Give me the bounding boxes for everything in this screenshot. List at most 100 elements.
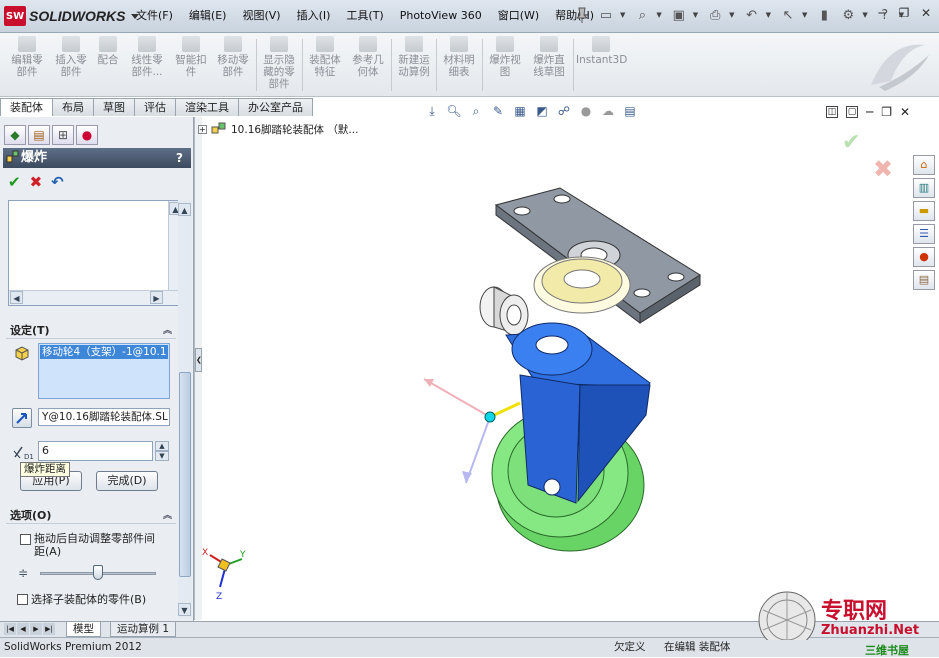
select-pointer-icon[interactable]: ↖	[778, 5, 798, 25]
next-tab-icon[interactable]: ▶	[30, 623, 42, 635]
assembly-features-button[interactable]: 装配体 特征	[305, 36, 345, 78]
collapse-chevron-icon[interactable]: ︽	[163, 323, 172, 339]
linear-pattern-button[interactable]: 线性零 部件...	[124, 36, 170, 78]
open-folder-icon[interactable]: ⌕	[632, 5, 652, 25]
smart-fasteners-button[interactable]: 智能扣 件	[172, 36, 210, 78]
restore-icon[interactable]: ❐	[897, 6, 911, 20]
tab-model[interactable]: 模型	[66, 622, 101, 637]
mate-button[interactable]: 配合	[94, 36, 122, 66]
list-horizontal-scrollbar[interactable]: ◀ ▶	[9, 290, 185, 305]
minimize-icon[interactable]: ─	[866, 106, 873, 118]
assembly-name[interactable]: 10.16脚踏轮装配体 （默...	[231, 122, 358, 137]
section-view-icon[interactable]: ✎	[490, 103, 506, 119]
chevron-down-icon[interactable]: ▼	[766, 11, 771, 19]
tab-render-tools[interactable]: 渲染工具	[175, 98, 239, 116]
chevron-down-icon[interactable]: ▼	[862, 11, 867, 19]
chevron-down-icon[interactable]: ▼	[802, 11, 807, 19]
spacing-slider-thumb[interactable]	[93, 565, 103, 580]
explode-line-sketch-button[interactable]: 爆炸直 线草图	[527, 36, 571, 78]
chevron-down-icon[interactable]: ▼	[620, 11, 625, 19]
instant3d-button[interactable]: Instant3D	[576, 36, 627, 66]
display-manager-tab-icon[interactable]: ●	[76, 125, 98, 145]
prev-tab-icon[interactable]: ◀	[17, 623, 29, 635]
scroll-right-icon[interactable]: ▶	[150, 291, 163, 304]
view-settings-icon[interactable]: ▤	[622, 103, 638, 119]
file-explorer-icon[interactable]: ▬	[913, 201, 935, 221]
select-subassembly-parts-checkbox[interactable]	[17, 594, 28, 605]
explode-direction-field[interactable]: Y@10.16脚踏轮装配体.SL	[38, 408, 170, 426]
spin-up-icon[interactable]: ▲	[155, 441, 169, 451]
viewport-split-icon[interactable]: ◫	[826, 106, 838, 118]
print-icon[interactable]: ⎙	[705, 5, 725, 25]
menu-tools[interactable]: 工具(T)	[338, 8, 391, 24]
view-palette-icon[interactable]: ☰	[913, 224, 935, 244]
first-tab-icon[interactable]: |◀	[4, 623, 16, 635]
options-gear-icon[interactable]: ⚙	[838, 5, 858, 25]
new-motion-study-button[interactable]: 新建运 动算例	[394, 36, 434, 78]
apply-scene-icon[interactable]: ☁	[600, 103, 616, 119]
restore-icon[interactable]: ❐	[881, 106, 892, 118]
caster-assembly-model[interactable]	[410, 185, 710, 560]
confirm-cancel-x-icon[interactable]: ✖	[873, 155, 893, 183]
tab-assembly[interactable]: 装配体	[0, 98, 53, 116]
appearances-icon[interactable]: ●	[913, 247, 935, 267]
design-library-icon[interactable]: ▥	[913, 178, 935, 198]
scroll-left-icon[interactable]: ◀	[10, 291, 23, 304]
reference-geometry-button[interactable]: 参考几 何体	[347, 36, 389, 78]
tab-office-products[interactable]: 办公室产品	[238, 98, 313, 116]
feature-manager-tab-icon[interactable]: ◆	[4, 125, 26, 145]
new-document-icon[interactable]: ▭	[596, 5, 616, 25]
scroll-down-icon[interactable]: ▼	[178, 603, 191, 616]
cancel-x-icon[interactable]: ✖	[30, 173, 43, 191]
ok-checkmark-icon[interactable]: ✔	[8, 173, 21, 191]
tab-motion-study[interactable]: 运动算例 1	[110, 622, 177, 637]
zoom-to-area-icon[interactable]: 🔍︎	[446, 103, 462, 119]
menu-view[interactable]: 视图(V)	[234, 8, 288, 24]
chevron-down-icon[interactable]: ▼	[656, 11, 661, 19]
scroll-up-icon[interactable]: ▲	[178, 203, 191, 216]
pin-icon[interactable]	[574, 6, 590, 27]
explode-steps-list[interactable]: ▲ ◀ ▶	[8, 200, 185, 306]
undo-icon[interactable]: ↶	[742, 5, 762, 25]
save-icon[interactable]: ▣	[669, 5, 689, 25]
zoom-to-fit-icon[interactable]: ⤓	[424, 103, 440, 119]
collapse-panel-icon[interactable]: ❮	[195, 348, 202, 372]
undo-icon[interactable]: ↶	[51, 173, 64, 191]
help-button[interactable]: ?	[176, 148, 183, 168]
menu-photoview[interactable]: PhotoView 360	[392, 8, 490, 24]
display-style-icon[interactable]: ◩	[534, 103, 550, 119]
expand-plus-icon[interactable]: +	[198, 125, 207, 134]
explode-distance-input[interactable]: 6	[38, 441, 153, 461]
custom-properties-icon[interactable]: ▤	[913, 270, 935, 290]
tab-sketch[interactable]: 草图	[93, 98, 135, 116]
menu-file[interactable]: 文件(F)	[128, 8, 181, 24]
tab-evaluate[interactable]: 评估	[134, 98, 176, 116]
menu-insert[interactable]: 插入(I)	[289, 8, 339, 24]
viewport-single-icon[interactable]: ▢	[846, 106, 858, 118]
menu-window[interactable]: 窗口(W)	[490, 8, 547, 24]
bill-of-materials-button[interactable]: 材料明 细表	[439, 36, 479, 78]
auto-space-checkbox[interactable]	[20, 534, 31, 545]
previous-view-icon[interactable]: ⌕	[468, 103, 484, 119]
chevron-down-icon[interactable]: ▼	[729, 11, 734, 19]
bearing-ring[interactable]	[533, 256, 631, 314]
done-button[interactable]: 完成(D)	[96, 471, 158, 491]
hide-show-items-icon[interactable]: ☍	[556, 103, 572, 119]
minimize-icon[interactable]: ─	[875, 6, 889, 20]
reverse-direction-button[interactable]	[12, 408, 32, 428]
move-component-button[interactable]: 移动零 部件	[212, 36, 254, 78]
edit-component-button[interactable]: 编辑零 部件	[6, 36, 48, 78]
home-icon[interactable]: ⌂	[913, 155, 935, 175]
exploded-view-button[interactable]: 爆炸视 图	[485, 36, 525, 78]
selected-component-item[interactable]: 移动轮4（支架）-1@10.1	[40, 345, 168, 359]
last-tab-icon[interactable]: ▶|	[43, 623, 55, 635]
confirm-ok-checkmark-icon[interactable]: ✔	[842, 130, 860, 155]
tab-layout[interactable]: 布局	[52, 98, 94, 116]
options-section-header[interactable]: 选项(O) ︽	[6, 508, 176, 524]
panel-scroll-thumb[interactable]	[179, 372, 191, 577]
collapse-chevron-icon[interactable]: ︽	[163, 508, 172, 524]
configuration-manager-tab-icon[interactable]: ⊞	[52, 125, 74, 145]
insert-component-button[interactable]: 插入零 部件	[50, 36, 92, 78]
close-icon[interactable]: ✕	[919, 6, 933, 20]
spin-down-icon[interactable]: ▼	[155, 451, 169, 461]
